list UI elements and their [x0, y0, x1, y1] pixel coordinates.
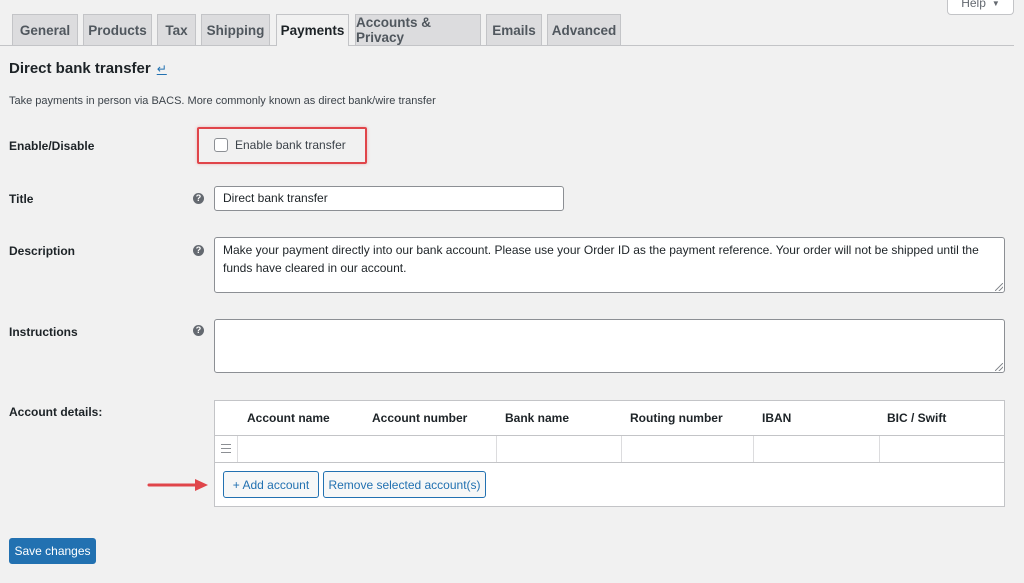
drag-handle-icon[interactable] [221, 444, 231, 453]
tab-tax[interactable]: Tax [157, 14, 196, 45]
title-label: Title [9, 192, 34, 206]
remove-accounts-button[interactable]: Remove selected account(s) [323, 471, 486, 498]
tab-general[interactable]: General [12, 14, 78, 45]
column-account-name: Account name [247, 411, 330, 425]
caret-down-icon: ▼ [991, 0, 1000, 8]
tab-payments[interactable]: Payments [276, 14, 349, 46]
help-button[interactable]: Help ▼ [947, 0, 1014, 15]
column-bic-swift: BIC / Swift [887, 411, 947, 425]
settings-tabs: General Products Tax Shipping Payments A… [0, 14, 1014, 46]
tab-emails[interactable]: Emails [486, 14, 542, 45]
description-text: Make your payment directly into our bank… [223, 243, 979, 275]
enable-bank-transfer-checkbox[interactable] [214, 138, 228, 152]
description-textarea[interactable]: Make your payment directly into our bank… [214, 237, 1005, 293]
section-title: Direct bank transfer ↵ [9, 60, 167, 77]
instructions-label: Instructions [9, 325, 78, 339]
account-details-label: Account details: [9, 405, 103, 419]
column-account-number: Account number [372, 411, 468, 425]
enable-bank-transfer-label[interactable]: Enable bank transfer [235, 138, 346, 152]
enable-label: Enable/Disable [9, 139, 95, 153]
instructions-textarea[interactable] [214, 319, 1005, 373]
accounts-table-header: Account name Account number Bank name Ro… [215, 401, 1004, 436]
column-bank-name: Bank name [505, 411, 570, 425]
instructions-help-icon[interactable]: ? [193, 325, 204, 336]
column-iban: IBAN [762, 411, 792, 425]
account-name-input[interactable] [237, 436, 496, 462]
description-label: Description [9, 244, 76, 258]
bank-name-input[interactable] [621, 436, 753, 462]
section-description: Take payments in person via BACS. More c… [9, 95, 436, 107]
return-link-icon[interactable]: ↵ [157, 62, 167, 76]
help-label: Help [961, 0, 986, 10]
pointer-arrow-annotation [147, 479, 208, 491]
title-input[interactable]: Direct bank transfer [214, 186, 564, 211]
table-row [215, 436, 1004, 463]
tab-accounts-privacy[interactable]: Accounts & Privacy [355, 14, 481, 45]
add-account-button[interactable]: + Add account [223, 471, 319, 498]
tab-shipping[interactable]: Shipping [201, 14, 270, 45]
save-changes-button[interactable]: Save changes [9, 538, 96, 564]
tab-products[interactable]: Products [83, 14, 152, 45]
title-help-icon[interactable]: ? [193, 193, 204, 204]
routing-number-input[interactable] [753, 436, 879, 462]
column-routing-number: Routing number [630, 411, 723, 425]
resize-handle-icon[interactable] [995, 283, 1003, 291]
section-title-text: Direct bank transfer [9, 60, 151, 77]
iban-input[interactable] [879, 436, 1005, 462]
account-number-input[interactable] [496, 436, 621, 462]
tab-advanced[interactable]: Advanced [547, 14, 621, 45]
description-help-icon[interactable]: ? [193, 245, 204, 256]
resize-handle-icon[interactable] [995, 363, 1003, 371]
settings-page: Help ▼ General Products Tax Shipping Pay… [0, 0, 1024, 583]
